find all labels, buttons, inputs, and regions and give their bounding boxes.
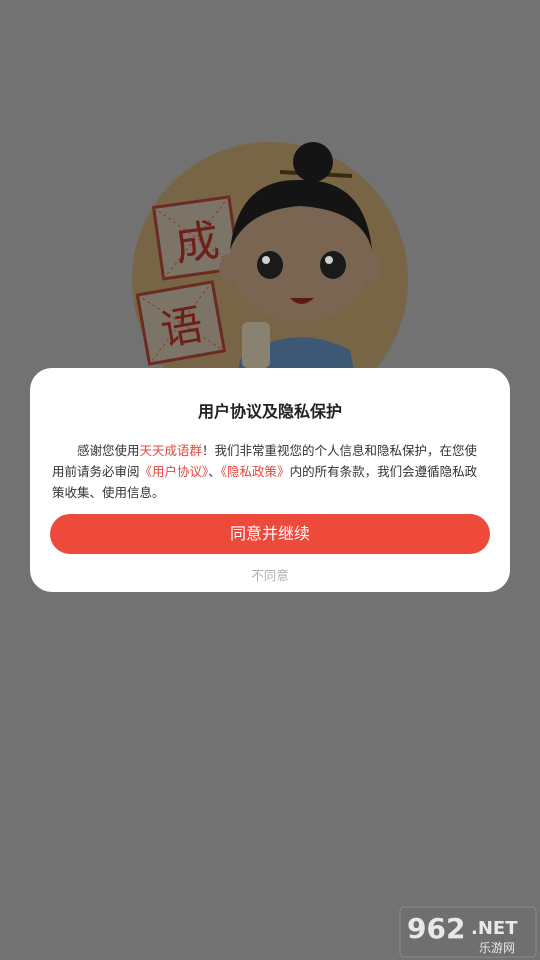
disagree-button[interactable]: 不同意	[30, 565, 510, 584]
mascot-illustration: 成 语	[132, 142, 408, 390]
tile-char-1: 成	[172, 215, 223, 272]
message-text: 感谢您使用	[77, 443, 140, 458]
agree-button[interactable]: 同意并继续	[50, 514, 490, 554]
dialog-title: 用户协议及隐私保护	[197, 402, 342, 421]
user-agreement-link[interactable]: 《用户协议》	[140, 464, 209, 479]
idiom-tile-2: 语	[135, 280, 227, 366]
tile-char-2: 语	[157, 300, 207, 356]
separator: 、	[208, 464, 221, 479]
right-eye	[320, 251, 346, 279]
app-name: 天天成语群	[139, 443, 203, 458]
svg-text:962: 962	[407, 912, 465, 945]
dialog-message: 感谢您使用天天成语群！我们非常重视您的个人信息和隐私保护，在您使用前请务必审阅《…	[52, 440, 488, 503]
scroll	[242, 322, 270, 368]
left-ear	[219, 254, 239, 282]
left-eye	[257, 251, 283, 279]
svg-text:乐游网: 乐游网	[479, 941, 515, 955]
svg-text:.NET: .NET	[471, 918, 518, 939]
right-ear	[361, 254, 381, 282]
privacy-dialog: 用户协议及隐私保护 感谢您使用天天成语群！我们非常重视您的个人信息和隐私保护，在…	[30, 368, 510, 592]
hair-bun	[293, 142, 333, 182]
site-watermark-logo: 962 .NET 乐游网	[399, 906, 537, 958]
privacy-policy-link[interactable]: 《隐私政策》	[221, 464, 290, 479]
